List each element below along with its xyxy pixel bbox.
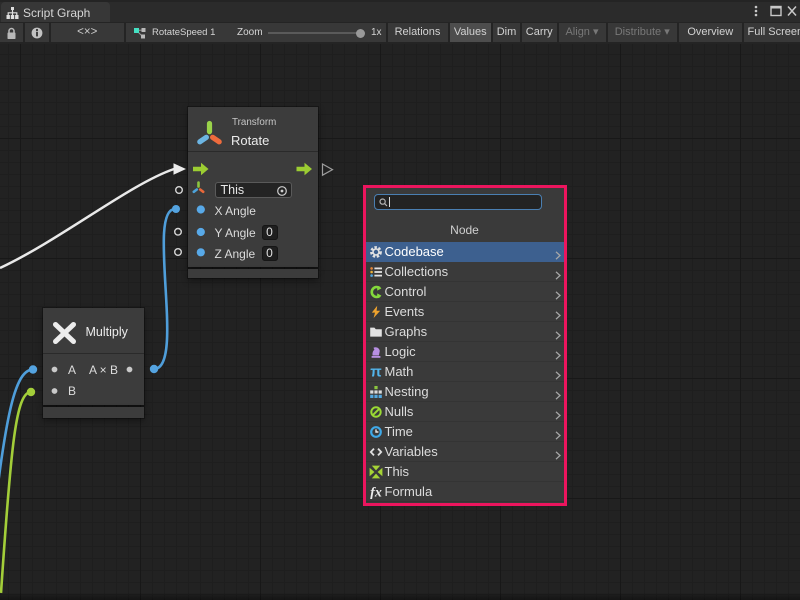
svg-text:π: π bbox=[370, 365, 382, 379]
svg-text:fx: fx bbox=[370, 485, 382, 499]
